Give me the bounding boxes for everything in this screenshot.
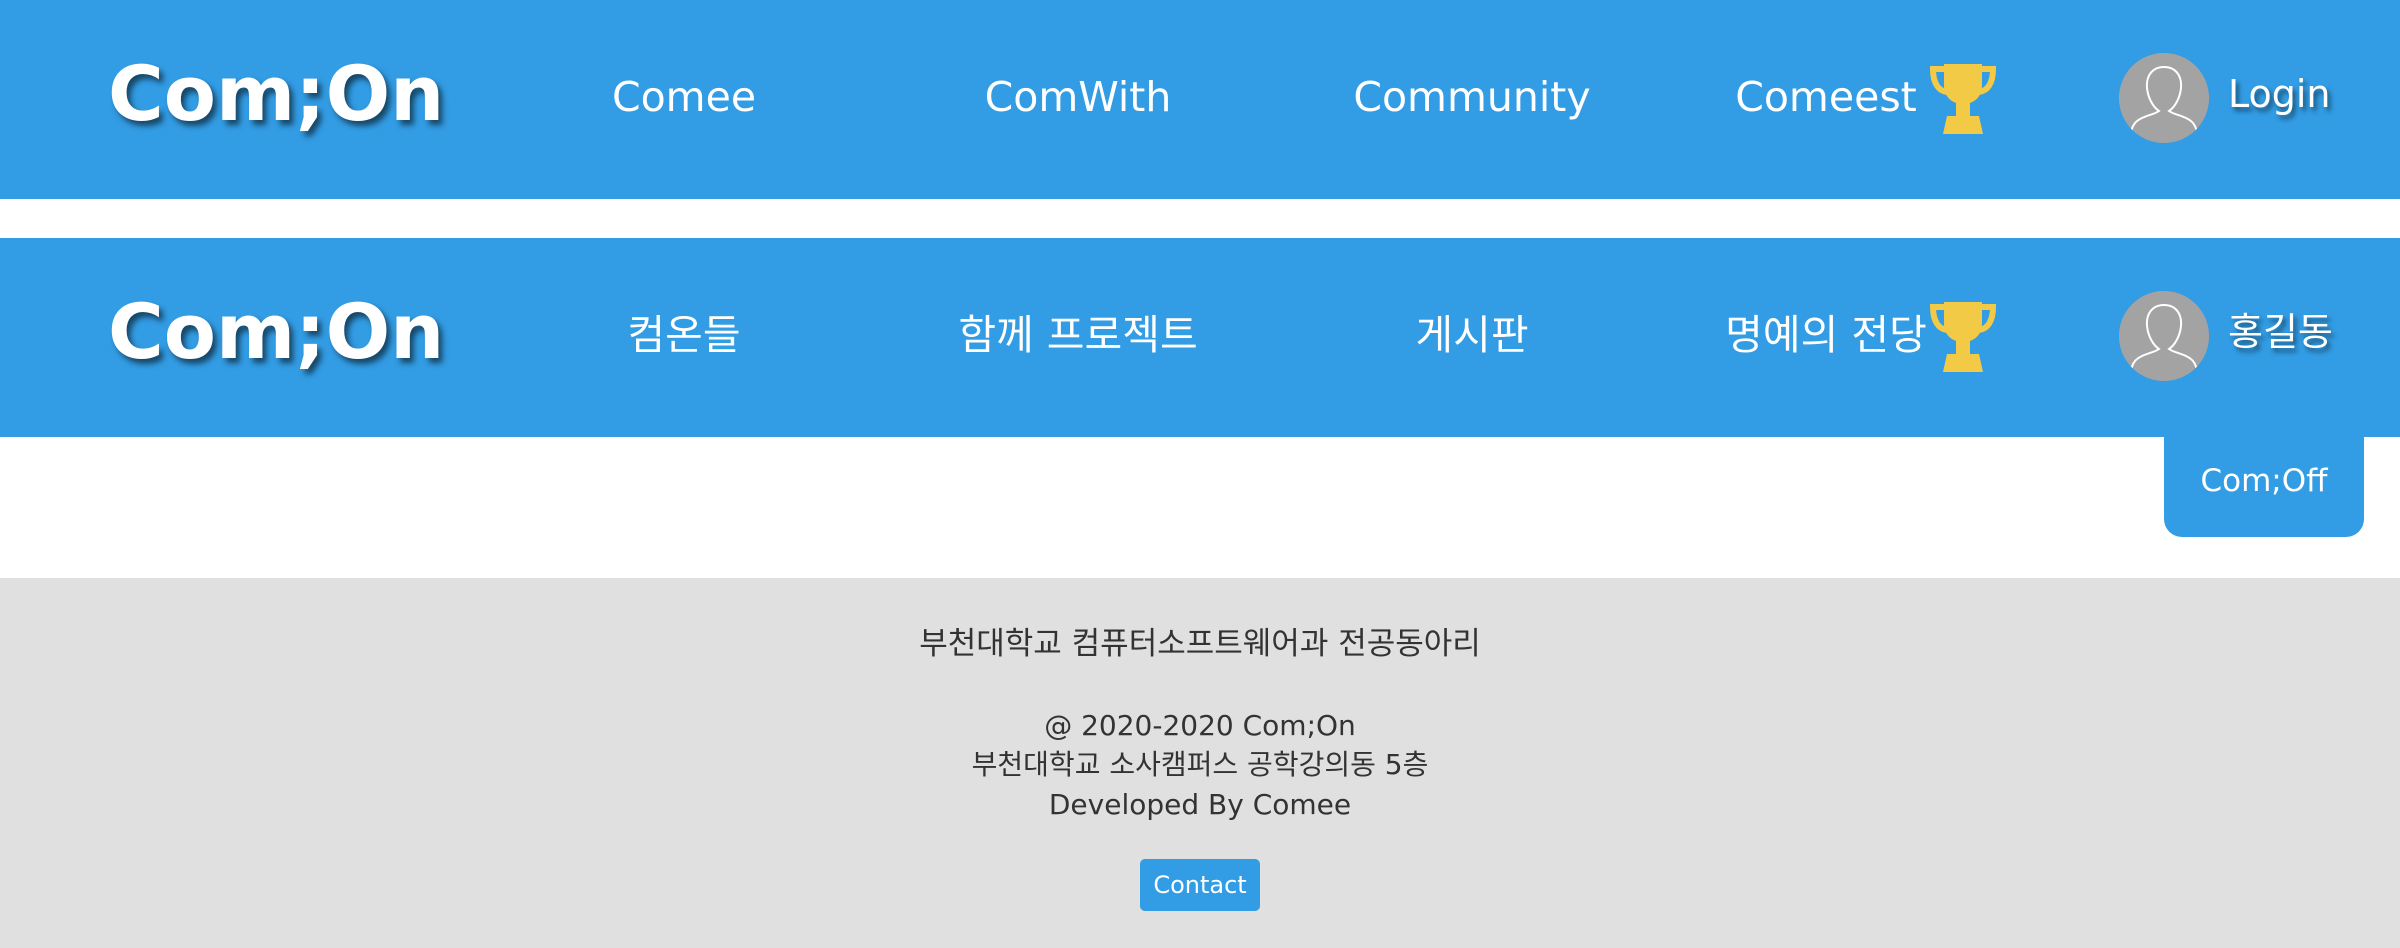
footer: 부천대학교 컴퓨터소프트웨어과 전공동아리 @ 2020-2020 Com;On… <box>0 578 2400 948</box>
nav-item-members[interactable]: 컴온들 <box>524 238 844 437</box>
trophy-icon <box>1929 302 1997 372</box>
login-link[interactable]: Login <box>2228 0 2331 199</box>
footer-title: 부천대학교 컴퓨터소프트웨어과 전공동아리 <box>919 626 1481 662</box>
nav-item-projects[interactable]: 함께 프로젝트 <box>918 238 1238 437</box>
user-avatar-icon[interactable] <box>2119 53 2209 143</box>
contact-button[interactable]: Contact <box>1140 859 1260 911</box>
nav-item-community[interactable]: Community <box>1312 0 1632 199</box>
nav-item-comee[interactable]: Comee <box>524 0 844 199</box>
logo[interactable]: Com;On <box>108 0 444 199</box>
navbar-korean: Com;On 컴온들 함께 프로젝트 게시판 명예의 전당 홍길동 <box>0 238 2400 437</box>
user-avatar-icon[interactable] <box>2119 291 2209 381</box>
trophy-icon <box>1929 64 1997 134</box>
nav-item-board[interactable]: 게시판 <box>1312 238 1632 437</box>
navbar-english: Com;On Comee ComWith Community Comeest L… <box>0 0 2400 199</box>
logout-button[interactable]: Com;Off <box>2164 437 2364 537</box>
footer-developer: Developed By Comee <box>1048 788 1352 821</box>
footer-address: 부천대학교 소사캠퍼스 공학강의동 5층 <box>971 748 1429 781</box>
logo[interactable]: Com;On <box>108 238 444 437</box>
footer-copyright: @ 2020-2020 Com;On <box>1044 709 1356 742</box>
username-link[interactable]: 홍길동 <box>2228 238 2333 437</box>
nav-item-comwith[interactable]: ComWith <box>918 0 1238 199</box>
